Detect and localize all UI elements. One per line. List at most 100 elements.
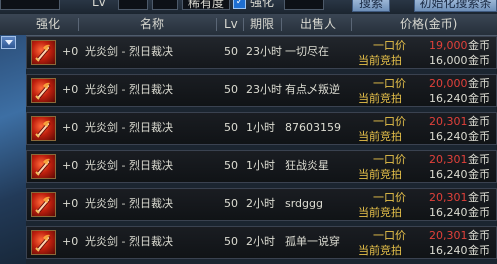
list-header: 强化 名称 Lv 期限 出售人 价格(金币): [0, 14, 497, 36]
bid-label: 当前竞拍: [358, 244, 402, 257]
column-name[interactable]: 名称: [140, 16, 164, 32]
buyout-price: 20,301: [429, 229, 468, 242]
column-enhance[interactable]: 强化: [36, 16, 60, 32]
item-level: 50: [224, 121, 238, 134]
flame-sword-icon: [31, 40, 56, 65]
item-name[interactable]: 光炎剑 - 烈日裁决: [85, 45, 173, 59]
buyout-unit: 金币: [468, 153, 490, 166]
column-divider: [216, 18, 217, 31]
enhance-filter-label: 强化: [250, 0, 275, 9]
level-filter-label: Lv: [92, 0, 106, 9]
buyout-label: 一口价: [373, 191, 406, 204]
item-name[interactable]: 光炎剑 - 烈日裁决: [85, 235, 173, 249]
buyout-unit: 金币: [468, 229, 490, 242]
item-level: 50: [224, 197, 238, 210]
table-row[interactable]: +0 光炎剑 - 烈日裁决 50 23小时 一切尽在 一口价 19,000 金币 当前竞拍 16,…: [26, 36, 497, 69]
column-seller[interactable]: 出售人: [300, 16, 336, 32]
flame-sword-icon: [31, 192, 56, 217]
buyout-label: 一口价: [373, 229, 406, 242]
enhance-value: +0: [62, 121, 79, 134]
seller-name: 孤单一说穿: [285, 235, 340, 248]
chevron-down-icon[interactable]: [1, 36, 16, 49]
time-remaining: 1小时: [246, 159, 275, 172]
bid-label: 当前竞拍: [358, 168, 402, 181]
buyout-price: 20,301: [429, 115, 468, 128]
buyout-label: 一口价: [373, 115, 406, 128]
bid-unit: 金币: [468, 168, 490, 181]
filter-field[interactable]: [0, 0, 60, 10]
buyout-label: 一口价: [373, 77, 406, 90]
buyout-label: 一口价: [373, 39, 406, 52]
buyout-unit: 金币: [468, 115, 490, 128]
buyout-price: 20,000: [429, 77, 468, 90]
bid-label: 当前竞拍: [358, 130, 402, 143]
column-level[interactable]: Lv: [224, 16, 238, 32]
table-row[interactable]: +0 光炎剑 - 烈日裁决 50 23小时 有点乄叛逆 一口价 20,000 金币 当前竞拍 16…: [26, 74, 497, 107]
enhance-value: +0: [62, 235, 79, 248]
level-min-input[interactable]: [118, 0, 148, 10]
item-name[interactable]: 光炎剑 - 烈日裁决: [85, 159, 173, 173]
buyout-unit: 金币: [468, 39, 490, 52]
seller-name: 有点乄叛逆: [285, 83, 340, 96]
table-row[interactable]: +0 光炎剑 - 烈日裁决 50 1小时 狂战炎星 一口价 20,301 金币 当前竞拍 16,2…: [26, 150, 497, 183]
table-row[interactable]: +0 光炎剑 - 烈日裁决 50 1小时 87603159 一口价 20,301 金币 当前竞拍…: [26, 112, 497, 145]
column-price[interactable]: 价格(金币): [400, 16, 457, 32]
buyout-price: 19,000: [429, 39, 468, 52]
bid-unit: 金币: [468, 130, 490, 143]
enhance-value: +0: [62, 45, 79, 58]
item-name[interactable]: 光炎剑 - 烈日裁决: [85, 121, 173, 135]
item-name[interactable]: 光炎剑 - 烈日裁决: [85, 83, 173, 97]
flame-sword-icon: [31, 154, 56, 179]
column-duration[interactable]: 期限: [250, 16, 274, 32]
bid-label: 当前竞拍: [358, 206, 402, 219]
rarity-select[interactable]: 稀有度: [182, 0, 230, 10]
level-max-input[interactable]: [152, 0, 178, 10]
seller-name: srdggg: [285, 197, 323, 210]
buyout-unit: 金币: [468, 191, 490, 204]
bid-unit: 金币: [468, 54, 490, 67]
item-level: 50: [224, 235, 238, 248]
column-divider: [351, 18, 352, 31]
buyout-unit: 金币: [468, 77, 490, 90]
item-level: 50: [224, 159, 238, 172]
time-remaining: 23小时: [246, 45, 282, 58]
enhance-value: +0: [62, 197, 79, 210]
flame-sword-icon: [31, 116, 56, 141]
item-level: 50: [224, 45, 238, 58]
enhance-checkbox[interactable]: ✓: [233, 0, 246, 9]
seller-name: 狂战炎星: [285, 159, 329, 172]
time-remaining: 2小时: [246, 197, 275, 210]
bid-price: 16,240: [429, 168, 468, 181]
table-row[interactable]: +0 光炎剑 - 烈日裁决 50 2小时 孤单一说穿 一口价 20,301 金币 当前竞拍 16,…: [26, 226, 497, 259]
bid-label: 当前竞拍: [358, 92, 402, 105]
enhance-value: +0: [62, 159, 79, 172]
bid-unit: 金币: [468, 206, 490, 219]
buyout-price: 20,301: [429, 191, 468, 204]
buyout-price: 20,301: [429, 153, 468, 166]
time-remaining: 2小时: [246, 235, 275, 248]
column-divider: [78, 18, 79, 31]
bid-price: 16,000: [429, 54, 468, 67]
auction-list: +0 光炎剑 - 烈日裁决 50 23小时 一切尽在 一口价 19,000 金币 当前竞拍 16,…: [26, 36, 497, 264]
enhance-input[interactable]: [284, 0, 324, 10]
bid-unit: 金币: [468, 92, 490, 105]
flame-sword-icon: [31, 78, 56, 103]
bid-price: 16,240: [429, 130, 468, 143]
time-remaining: 23小时: [246, 83, 282, 96]
bid-price: 16,240: [429, 92, 468, 105]
item-name[interactable]: 光炎剑 - 烈日裁决: [85, 197, 173, 211]
bid-price: 16,240: [429, 206, 468, 219]
filter-bar: Lv 稀有度 ✓ 强化 搜索 初始化搜索条件: [0, 0, 497, 14]
item-level: 50: [224, 83, 238, 96]
search-button[interactable]: 搜索: [352, 0, 390, 12]
bid-price: 16,240: [429, 244, 468, 257]
table-row[interactable]: +0 光炎剑 - 烈日裁决 50 2小时 srdggg 一口价 20,301 金币 当前竞拍 16…: [26, 188, 497, 221]
bid-unit: 金币: [468, 244, 490, 257]
reset-search-button[interactable]: 初始化搜索条件: [414, 0, 497, 14]
enhance-value: +0: [62, 83, 79, 96]
buyout-label: 一口价: [373, 153, 406, 166]
seller-name: 一切尽在: [285, 45, 329, 58]
column-divider: [281, 18, 282, 31]
seller-name: 87603159: [285, 121, 341, 134]
left-panel: [0, 35, 26, 264]
